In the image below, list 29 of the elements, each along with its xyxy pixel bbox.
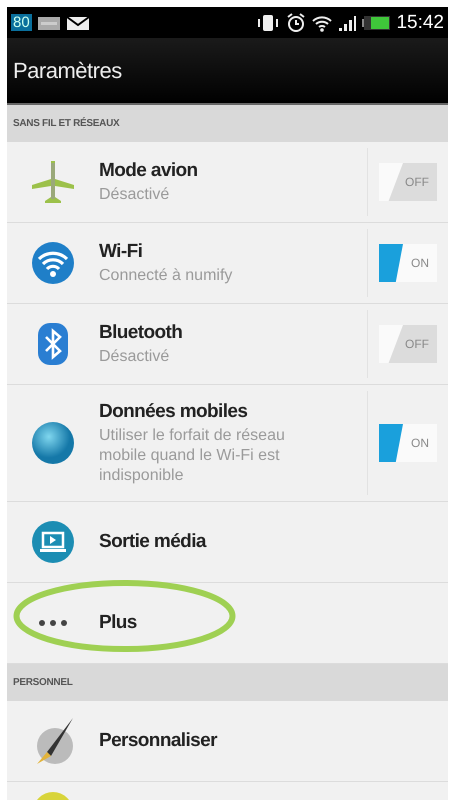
mail-icon	[66, 14, 90, 30]
setting-summary: Utiliser le forfait de réseau mobile quand le Wi-Fi est indisponible	[99, 426, 286, 486]
signal-icon	[338, 14, 356, 32]
setting-title: Plus	[99, 612, 138, 634]
settings-row[interactable]: Plus	[7, 583, 448, 664]
screen-title: Paramètres	[13, 58, 122, 84]
alarm-icon	[286, 12, 306, 32]
airplane-icon	[30, 159, 76, 205]
setting-title: Sortie média	[99, 531, 208, 553]
screen-icon	[31, 520, 75, 564]
setting-summary: Désactivé	[99, 184, 170, 204]
section-title: PERSONNEL	[13, 677, 73, 688]
clock-time: 15:42	[396, 12, 444, 34]
wifi-signal-icon	[311, 14, 334, 32]
notification-badge: 80	[11, 14, 32, 31]
setting-title: Personnaliser	[99, 730, 218, 752]
image-icon	[36, 14, 61, 30]
setting-title: Bluetooth	[99, 322, 184, 344]
more-icon	[38, 619, 68, 627]
battery-icon	[361, 14, 392, 32]
bluetooth-icon	[37, 322, 69, 366]
setting-summary: Désactivé	[99, 346, 170, 366]
setting-title: Wi-Fi	[99, 240, 144, 262]
wifi-icon	[31, 241, 75, 285]
setting-summary: Connecté à numify	[99, 266, 234, 286]
setting-title: Données mobiles	[99, 400, 248, 422]
setting-title: Mode avion	[99, 160, 199, 182]
section-title: SANS FIL ET RÉSEAUX	[13, 118, 120, 129]
globe-icon	[31, 421, 75, 465]
